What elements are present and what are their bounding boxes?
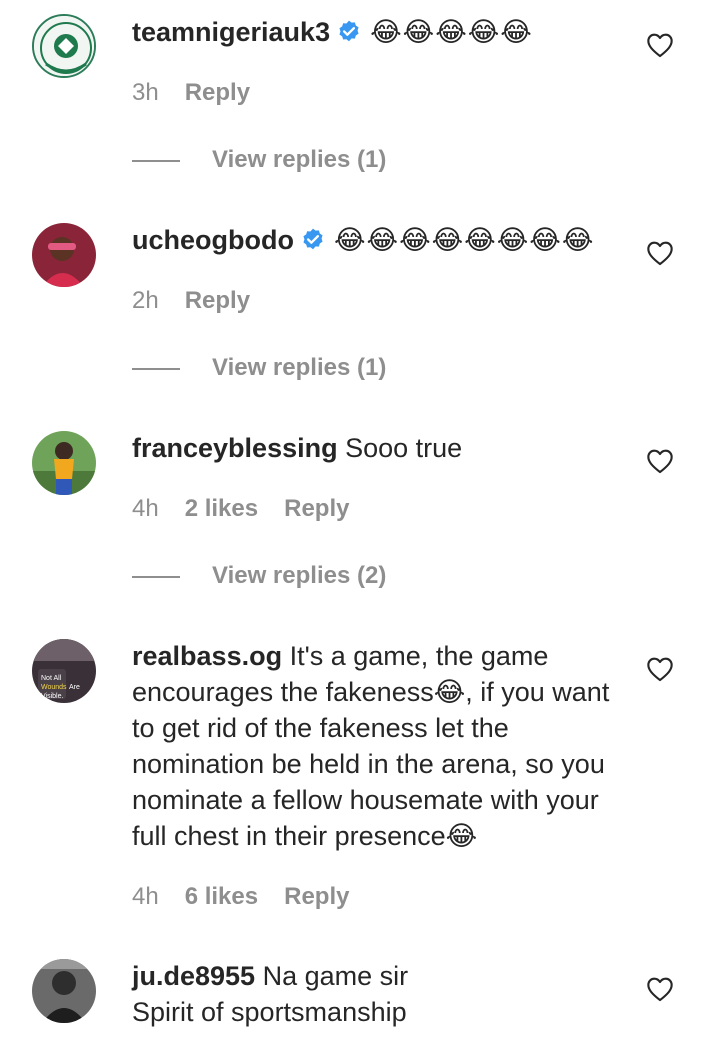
comment-meta: 2h Reply: [132, 286, 276, 316]
view-replies-button[interactable]: View replies (1): [132, 145, 386, 175]
reply-button[interactable]: Reply: [284, 495, 349, 522]
reply-button[interactable]: Reply: [185, 287, 250, 314]
likes-count[interactable]: 6 likes: [185, 883, 258, 910]
avatar[interactable]: [32, 14, 96, 78]
reply-button[interactable]: Reply: [284, 883, 349, 910]
avatar[interactable]: Not All Wounds Are Visible.: [32, 639, 96, 703]
like-heart-icon[interactable]: [646, 240, 674, 266]
view-replies-label: View replies (1): [212, 354, 387, 381]
verified-badge-icon: [336, 18, 362, 44]
verified-badge-icon: [300, 226, 326, 252]
comment-text: 😂😂😂😂😂😂😂😂: [333, 225, 595, 255]
view-replies-button[interactable]: View replies (1): [132, 353, 386, 383]
username[interactable]: ucheogbodo: [132, 225, 294, 255]
like-heart-icon[interactable]: [646, 976, 674, 1002]
avatar[interactable]: [32, 431, 96, 495]
username[interactable]: franceyblessing: [132, 433, 338, 463]
timestamp: 4h: [132, 495, 159, 522]
like-heart-icon[interactable]: [646, 656, 674, 682]
comment-meta: 4h 2 likes Reply: [132, 494, 375, 524]
timestamp: 3h: [132, 79, 159, 106]
svg-text:Not All: Not All: [41, 675, 62, 682]
likes-count[interactable]: 2 likes: [185, 495, 258, 522]
username[interactable]: teamnigeriauk3: [132, 17, 330, 47]
reply-button[interactable]: Reply: [185, 79, 250, 106]
comment-text: 😂😂😂😂😂: [370, 17, 533, 47]
divider-line: [132, 159, 180, 162]
username[interactable]: realbass.og: [132, 641, 282, 671]
view-replies-button[interactable]: View replies (2): [132, 561, 386, 591]
svg-text:Are: Are: [69, 684, 80, 691]
comment-text: It's a game, the game encourages the fak…: [132, 641, 610, 851]
comment-meta: 3h Reply: [132, 78, 276, 108]
like-heart-icon[interactable]: [646, 32, 674, 58]
avatar[interactable]: [32, 959, 96, 1023]
timestamp: 2h: [132, 287, 159, 314]
svg-text:Visible.: Visible.: [41, 693, 63, 700]
divider-line: [132, 575, 180, 578]
view-replies-label: View replies (2): [212, 562, 387, 589]
timestamp: 4h: [132, 883, 159, 910]
comment-meta: 4h 6 likes Reply: [132, 882, 375, 912]
divider-line: [132, 367, 180, 370]
view-replies-label: View replies (1): [212, 146, 387, 173]
avatar[interactable]: [32, 223, 96, 287]
comment-text: Sooo true: [345, 433, 463, 463]
svg-text:Wounds: Wounds: [41, 684, 67, 691]
username[interactable]: ju.de8955: [132, 961, 255, 991]
like-heart-icon[interactable]: [646, 448, 674, 474]
